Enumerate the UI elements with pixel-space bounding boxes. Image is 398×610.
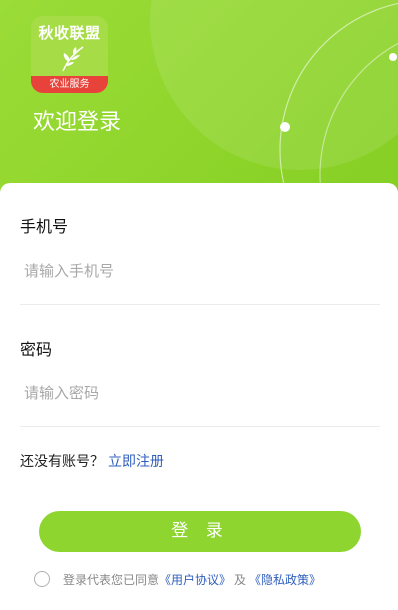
register-row: 还没有账号？ 立即注册 (20, 451, 164, 471)
logo-title: 秋收联盟 (38, 24, 101, 42)
header-banner: 秋收联盟 农业服务 欢迎登录 (0, 0, 398, 200)
app-logo: 秋收联盟 农业服务 (31, 16, 108, 93)
welcome-title: 欢迎登录 (33, 110, 122, 135)
phone-input[interactable] (20, 251, 388, 291)
phone-divider (20, 304, 380, 305)
password-divider (20, 426, 380, 427)
password-input[interactable] (20, 373, 388, 413)
agreement-and: 及 (234, 572, 247, 587)
password-label: 密码 (20, 340, 53, 359)
phone-label: 手机号 (20, 217, 69, 236)
login-button[interactable]: 登 录 (39, 511, 361, 552)
user-agreement-link[interactable]: 《用户协议》 (159, 571, 231, 588)
agreement-radio[interactable] (34, 571, 50, 587)
agreement-prefix: 登录代表您已同意 (63, 572, 160, 587)
leaf-icon (62, 46, 84, 72)
register-prompt: 还没有账号？ (20, 454, 104, 470)
agreement-row: 登录代表您已同意 《用户协议》 及 《隐私政策》 (34, 569, 321, 589)
register-link[interactable]: 立即注册 (108, 454, 164, 470)
login-form-card: 手机号 密码 还没有账号？立即注册 登 录 登录代表您已同意 《用户协议》 及 … (0, 183, 398, 610)
logo-ribbon: 农业服务 (31, 76, 108, 93)
privacy-policy-link[interactable]: 《隐私政策》 (249, 571, 321, 588)
